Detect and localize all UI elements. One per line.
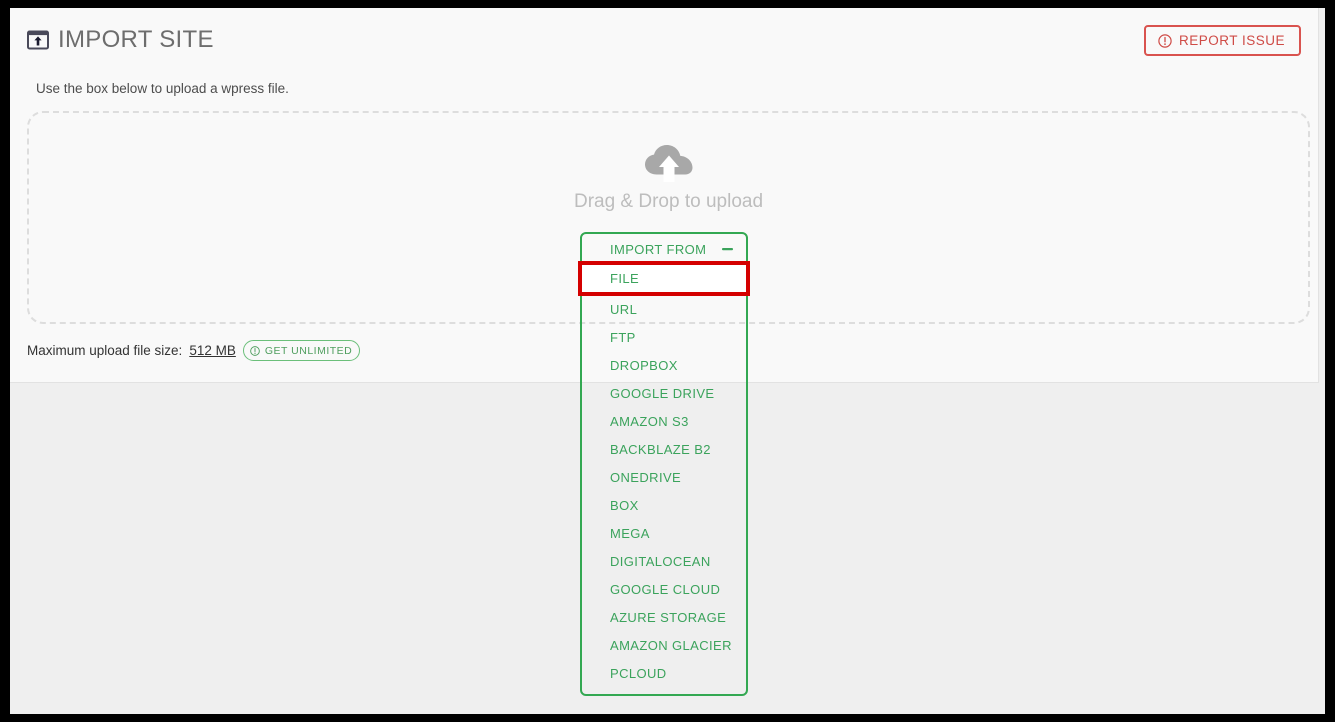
report-issue-button[interactable]: REPORT ISSUE xyxy=(1143,25,1301,56)
menu-item-label: AZURE STORAGE xyxy=(610,609,727,625)
page-title: IMPORT SITE xyxy=(58,26,214,53)
menu-item-azure-storage[interactable]: AZURE STORAGE xyxy=(582,603,746,631)
menu-item-backblaze-b2[interactable]: BACKBLAZE B2 xyxy=(582,435,746,463)
menu-item-label: FTP xyxy=(610,329,636,345)
dropzone-label: Drag & Drop to upload xyxy=(573,191,764,212)
menu-item-label: DROPBOX xyxy=(610,357,678,373)
menu-item-digitalocean[interactable]: DIGITALOCEAN xyxy=(582,547,746,575)
menu-item-url[interactable]: URL xyxy=(582,295,746,323)
menu-item-dropbox[interactable]: DROPBOX xyxy=(582,351,746,379)
exclamation-circle-icon xyxy=(1158,33,1172,48)
page-title-group: IMPORT SITE xyxy=(27,28,214,52)
import-site-icon xyxy=(27,30,49,50)
get-unlimited-button[interactable]: GET UNLIMITED xyxy=(242,340,361,361)
menu-item-amazon-glacier[interactable]: AMAZON GLACIER xyxy=(582,631,746,659)
max-upload-size-row: Maximum upload file size: 512 MB GET UNL… xyxy=(27,340,361,361)
max-upload-size-label: Maximum upload file size: xyxy=(27,343,183,358)
menu-item-label: AMAZON GLACIER xyxy=(610,637,732,653)
menu-item-label: GOOGLE DRIVE xyxy=(610,385,715,401)
menu-item-onedrive[interactable]: ONEDRIVE xyxy=(582,463,746,491)
menu-item-label: BOX xyxy=(610,497,639,513)
import-from-label: IMPORT FROM xyxy=(610,241,707,257)
menu-item-label: URL xyxy=(610,301,638,317)
menu-item-label: MEGA xyxy=(610,525,650,541)
import-from-header[interactable]: IMPORT FROM xyxy=(582,234,746,264)
report-issue-label: REPORT ISSUE xyxy=(1178,33,1285,48)
menu-item-pcloud[interactable]: PCLOUD xyxy=(582,659,746,687)
menu-item-label: FILE xyxy=(610,271,640,286)
menu-item-box[interactable]: BOX xyxy=(582,491,746,519)
menu-item-label: ONEDRIVE xyxy=(610,469,682,485)
max-upload-size-value: 512 MB xyxy=(189,343,236,358)
dropzone-content: Drag & Drop to upload xyxy=(29,143,1308,213)
exclamation-circle-icon xyxy=(250,345,260,356)
import-from-dropdown: IMPORT FROM FILE URL FTP DROPBOX GOOGLE … xyxy=(580,232,748,696)
page-body: IMPORT SITE REPORT ISSUE Use the box bel… xyxy=(10,8,1325,714)
menu-item-google-cloud[interactable]: GOOGLE CLOUD xyxy=(582,575,746,603)
minus-icon[interactable] xyxy=(721,243,734,255)
upload-cloud-icon xyxy=(644,145,692,182)
get-unlimited-label: GET UNLIMITED xyxy=(264,344,353,357)
browser-window-frame: IMPORT SITE REPORT ISSUE Use the box bel… xyxy=(0,0,1335,722)
menu-item-amazon-s3[interactable]: AMAZON S3 xyxy=(582,407,746,435)
card-header: IMPORT SITE REPORT ISSUE xyxy=(10,8,1318,74)
menu-item-label: DIGITALOCEAN xyxy=(610,553,711,569)
menu-item-label: PCLOUD xyxy=(610,665,667,681)
menu-item-label: GOOGLE CLOUD xyxy=(610,581,721,597)
menu-item-google-drive[interactable]: GOOGLE DRIVE xyxy=(582,379,746,407)
menu-item-label: BACKBLAZE B2 xyxy=(610,441,711,457)
menu-item-label: AMAZON S3 xyxy=(610,413,689,429)
menu-item-ftp[interactable]: FTP xyxy=(582,323,746,351)
menu-item-mega[interactable]: MEGA xyxy=(582,519,746,547)
menu-item-file[interactable]: FILE xyxy=(582,265,746,292)
card-subtitle: Use the box below to upload a wpress fil… xyxy=(36,81,289,96)
